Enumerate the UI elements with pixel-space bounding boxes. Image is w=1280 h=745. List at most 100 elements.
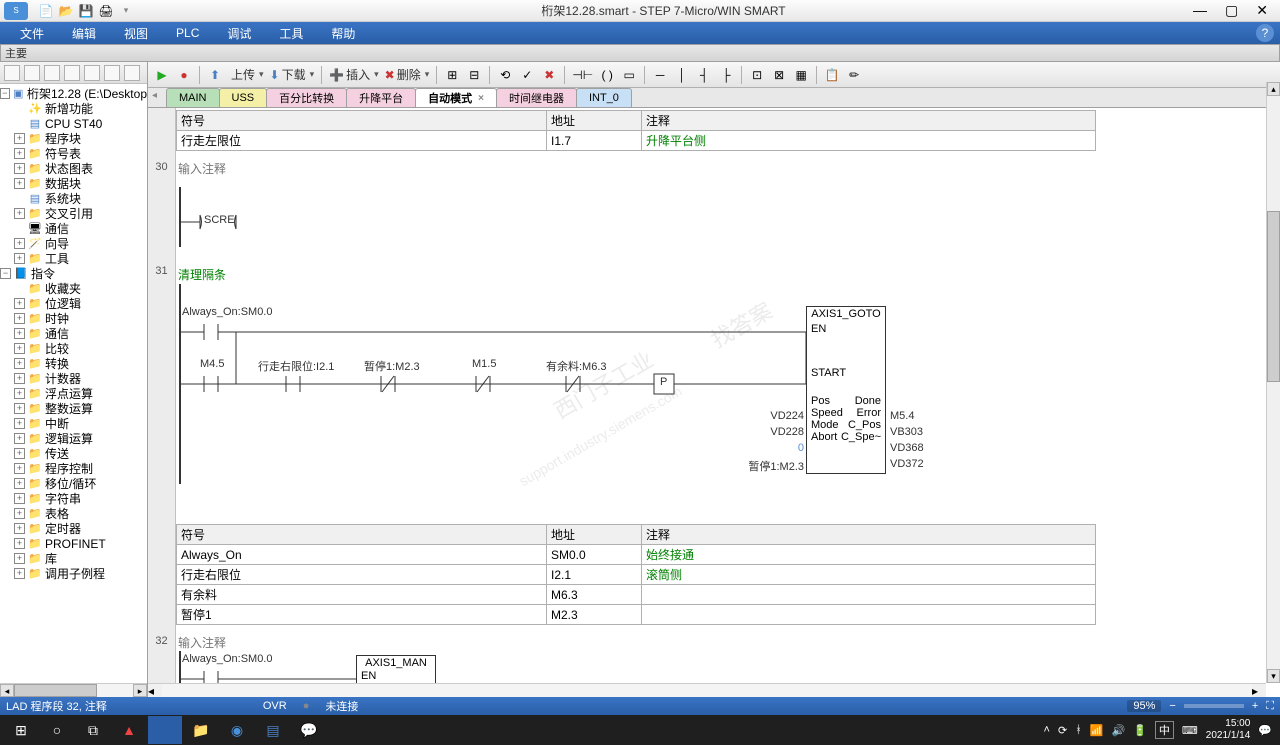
status-zoom[interactable]: 95% (1127, 700, 1161, 712)
insert-button[interactable]: ➕插入 (327, 65, 381, 85)
fb-mode-l: 0 (794, 442, 804, 454)
sidebar-tb-4[interactable] (64, 65, 80, 81)
compile-icon[interactable]: ⬆ (205, 65, 225, 85)
tree-new-feature[interactable]: 新增功能 (45, 100, 93, 117)
zoom-slider[interactable] (1184, 704, 1244, 708)
sidebar-tb-7[interactable] (124, 65, 140, 81)
tab-close-icon[interactable]: × (478, 93, 484, 104)
tb-line-v-icon[interactable]: │ (672, 65, 692, 85)
delete-button[interactable]: ✖删除 (383, 65, 432, 85)
ladder-editor[interactable]: 西门子工业 找答案 support.industry.siemens.com 符… (148, 108, 1280, 697)
tray-wifi-icon[interactable]: 📶 (1090, 724, 1104, 737)
project-tree[interactable]: −▣桁架12.28 (E:\Desktop ✨新增功能 ▤CPU ST40 +📁… (0, 84, 147, 683)
panel-title-label: 主要 (5, 45, 27, 61)
menu-tools[interactable]: 工具 (265, 22, 317, 44)
stop-icon[interactable]: ● (174, 65, 194, 85)
symhdr-symbol: 符号 (177, 111, 547, 131)
menu-plc[interactable]: PLC (162, 22, 213, 44)
start-button[interactable]: ⊞ (4, 716, 38, 744)
new-icon[interactable]: 📄 (38, 3, 54, 19)
tab-lift[interactable]: 升降平台 (346, 88, 416, 107)
sidebar-tb-5[interactable] (84, 65, 100, 81)
tb-icon-4[interactable]: ✓ (517, 65, 537, 85)
editor-hscroll[interactable]: ◂▸ (148, 683, 1266, 697)
tree-profinet[interactable]: PROFINET (45, 537, 106, 551)
table-row: 有余料M6.3 (177, 585, 1096, 605)
editor-vscroll[interactable]: ▴▾ (1266, 82, 1280, 683)
tb-coil-icon[interactable]: ( ) (597, 65, 617, 85)
qat-dropdown-icon[interactable]: ▾ (118, 3, 134, 19)
tab-int0[interactable]: INT_0 (576, 88, 632, 107)
download-button[interactable]: ⬇下载 (268, 65, 317, 85)
status-expand-icon[interactable]: ⛶ (1266, 700, 1274, 713)
app-icon-1[interactable]: ▲ (112, 716, 146, 744)
tb-icon-12[interactable]: ▦ (791, 65, 811, 85)
net30-comment-input[interactable] (176, 161, 416, 177)
tray-batt-icon[interactable]: 🔋 (1133, 724, 1147, 737)
tb-box-icon[interactable]: ▭ (619, 65, 639, 85)
taskview-icon[interactable]: ⧉ (76, 716, 110, 744)
open-icon[interactable]: 📂 (58, 3, 74, 19)
zoom-in-icon[interactable]: + (1252, 700, 1258, 712)
fb-done-r: M5.4 (890, 410, 914, 422)
menu-file[interactable]: 文件 (6, 22, 58, 44)
print-icon[interactable]: 🖨 (98, 3, 114, 19)
tb-icon-1[interactable]: ⊞ (442, 65, 462, 85)
close-button[interactable]: ✕ (1256, 2, 1268, 19)
tray-keyboard-icon[interactable]: ⌨ (1182, 724, 1198, 737)
maximize-button[interactable]: ▢ (1225, 2, 1238, 19)
tab-percent[interactable]: 百分比转换 (266, 88, 347, 107)
tb-line-h-icon[interactable]: ─ (650, 65, 670, 85)
tb-contact-icon[interactable]: ⊣⊢ (570, 65, 595, 85)
tab-main[interactable]: MAIN (166, 88, 220, 107)
tb-icon-2[interactable]: ⊟ (464, 65, 484, 85)
explorer-icon[interactable]: 📁 (184, 716, 218, 744)
tb-icon-5[interactable]: ✖ (539, 65, 559, 85)
tb-branch-icon[interactable]: ┤ (694, 65, 714, 85)
upload-button[interactable]: 上传 (227, 65, 266, 85)
tray-clock[interactable]: 15:00 2021/1/14 (1206, 718, 1251, 742)
tree-cpu[interactable]: CPU ST40 (45, 117, 102, 131)
tree-subroutine[interactable]: 调用子例程 (45, 565, 105, 582)
tray-up-icon[interactable]: ˄ (1044, 724, 1050, 736)
status-pos: LAD 程序段 32, 注释 (6, 698, 107, 714)
sidebar-tb-2[interactable] (24, 65, 40, 81)
tb-icon-3[interactable]: ⟲ (495, 65, 515, 85)
gutter-31[interactable]: 31 (148, 263, 176, 633)
tray-sync-icon[interactable]: ⟳ (1058, 724, 1067, 737)
sidebar-hscroll[interactable]: ◂▸ (0, 683, 147, 697)
tray-vol-icon[interactable]: 🔊 (1112, 724, 1126, 737)
cortana-icon[interactable]: ○ (40, 716, 74, 744)
tab-timer[interactable]: 时间继电器 (496, 88, 577, 107)
menu-edit[interactable]: 编辑 (58, 22, 110, 44)
sidebar-tb-3[interactable] (44, 65, 60, 81)
help-icon[interactable]: ? (1256, 24, 1274, 42)
app-icon-2[interactable] (148, 716, 182, 744)
sidebar-tb-6[interactable] (104, 65, 120, 81)
edge-icon[interactable]: ◉ (220, 716, 254, 744)
menu-debug[interactable]: 调试 (213, 22, 265, 44)
tray-notif-icon[interactable]: 💬 (1258, 724, 1272, 737)
wechat-icon[interactable]: 💬 (292, 716, 326, 744)
tab-auto[interactable]: 自动模式× (415, 88, 497, 107)
tb-icon-11[interactable]: ⊠ (769, 65, 789, 85)
gutter-30[interactable]: 30 (148, 159, 176, 263)
menu-help[interactable]: 帮助 (317, 22, 369, 44)
tab-uss[interactable]: USS (219, 88, 268, 107)
app-icon-3[interactable]: ▤ (256, 716, 290, 744)
sidebar-tb-1[interactable] (4, 65, 20, 81)
tb-icon-14[interactable]: ✏ (844, 65, 864, 85)
save-icon[interactable]: 💾 (78, 3, 94, 19)
menu-view[interactable]: 视图 (110, 22, 162, 44)
zoom-out-icon[interactable]: − (1169, 700, 1175, 712)
tb-icon-10[interactable]: ⊡ (747, 65, 767, 85)
tb-icon-13[interactable]: 📋 (822, 65, 842, 85)
minimize-button[interactable]: — (1193, 2, 1207, 19)
system-tray[interactable]: ˄ ⟳ ᚼ 📶 🔊 🔋 中 ⌨ 15:00 2021/1/14 💬 (1044, 718, 1276, 742)
tray-bt-icon[interactable]: ᚼ (1075, 724, 1082, 736)
tray-ime[interactable]: 中 (1155, 721, 1174, 739)
run-icon[interactable]: ▶ (152, 65, 172, 85)
tb-branch2-icon[interactable]: ├ (716, 65, 736, 85)
tree-timer[interactable]: 定时器 (45, 520, 81, 537)
net32-comment-input[interactable] (176, 635, 416, 651)
